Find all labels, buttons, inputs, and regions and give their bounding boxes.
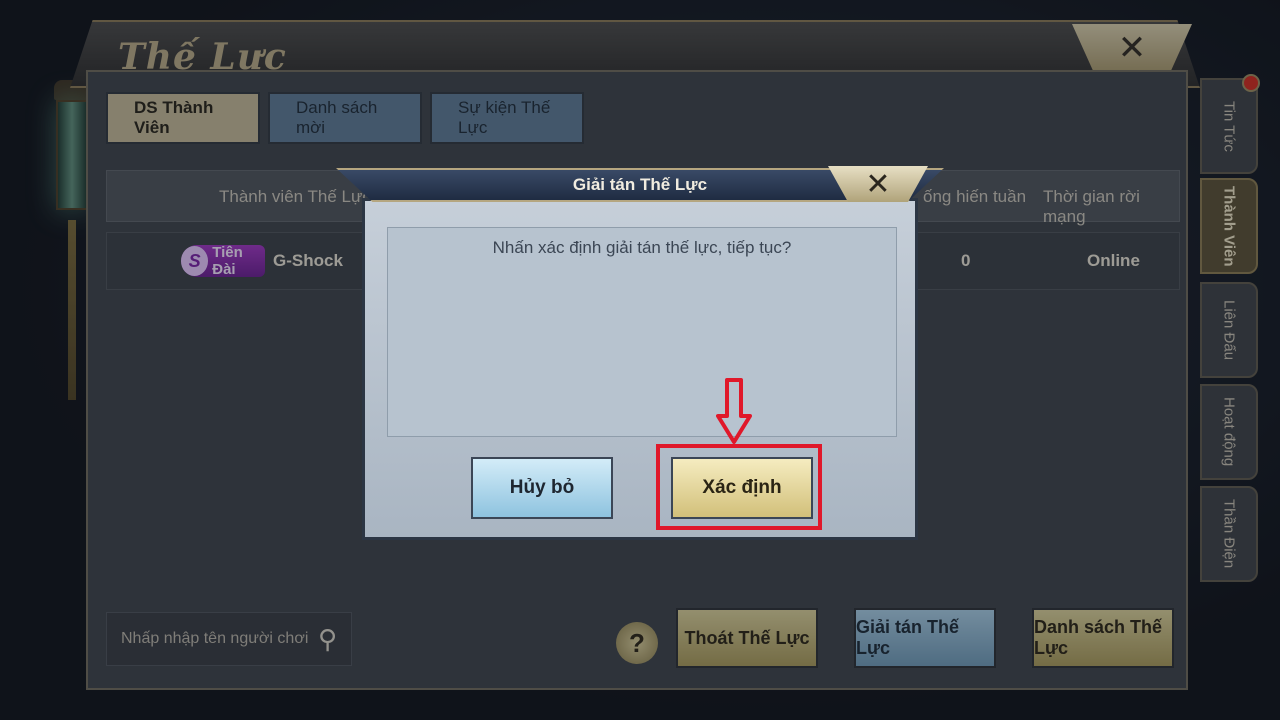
dialog-title: Giải tán Thế Lực [572,175,708,194]
down-arrow-icon [716,378,752,444]
dialog-message-box: Nhấn xác định giải tán thế lực, tiếp tục… [387,227,897,437]
dialog-body: Nhấn xác định giải tán thế lực, tiếp tục… [362,198,918,540]
dialog-message: Nhấn xác định giải tán thế lực, tiếp tục… [492,238,792,257]
disband-dialog: Nhấn xác định giải tán thế lực, tiếp tục… [336,166,944,540]
highlight-box [656,444,822,530]
cancel-button[interactable]: Hủy bỏ [471,457,613,519]
